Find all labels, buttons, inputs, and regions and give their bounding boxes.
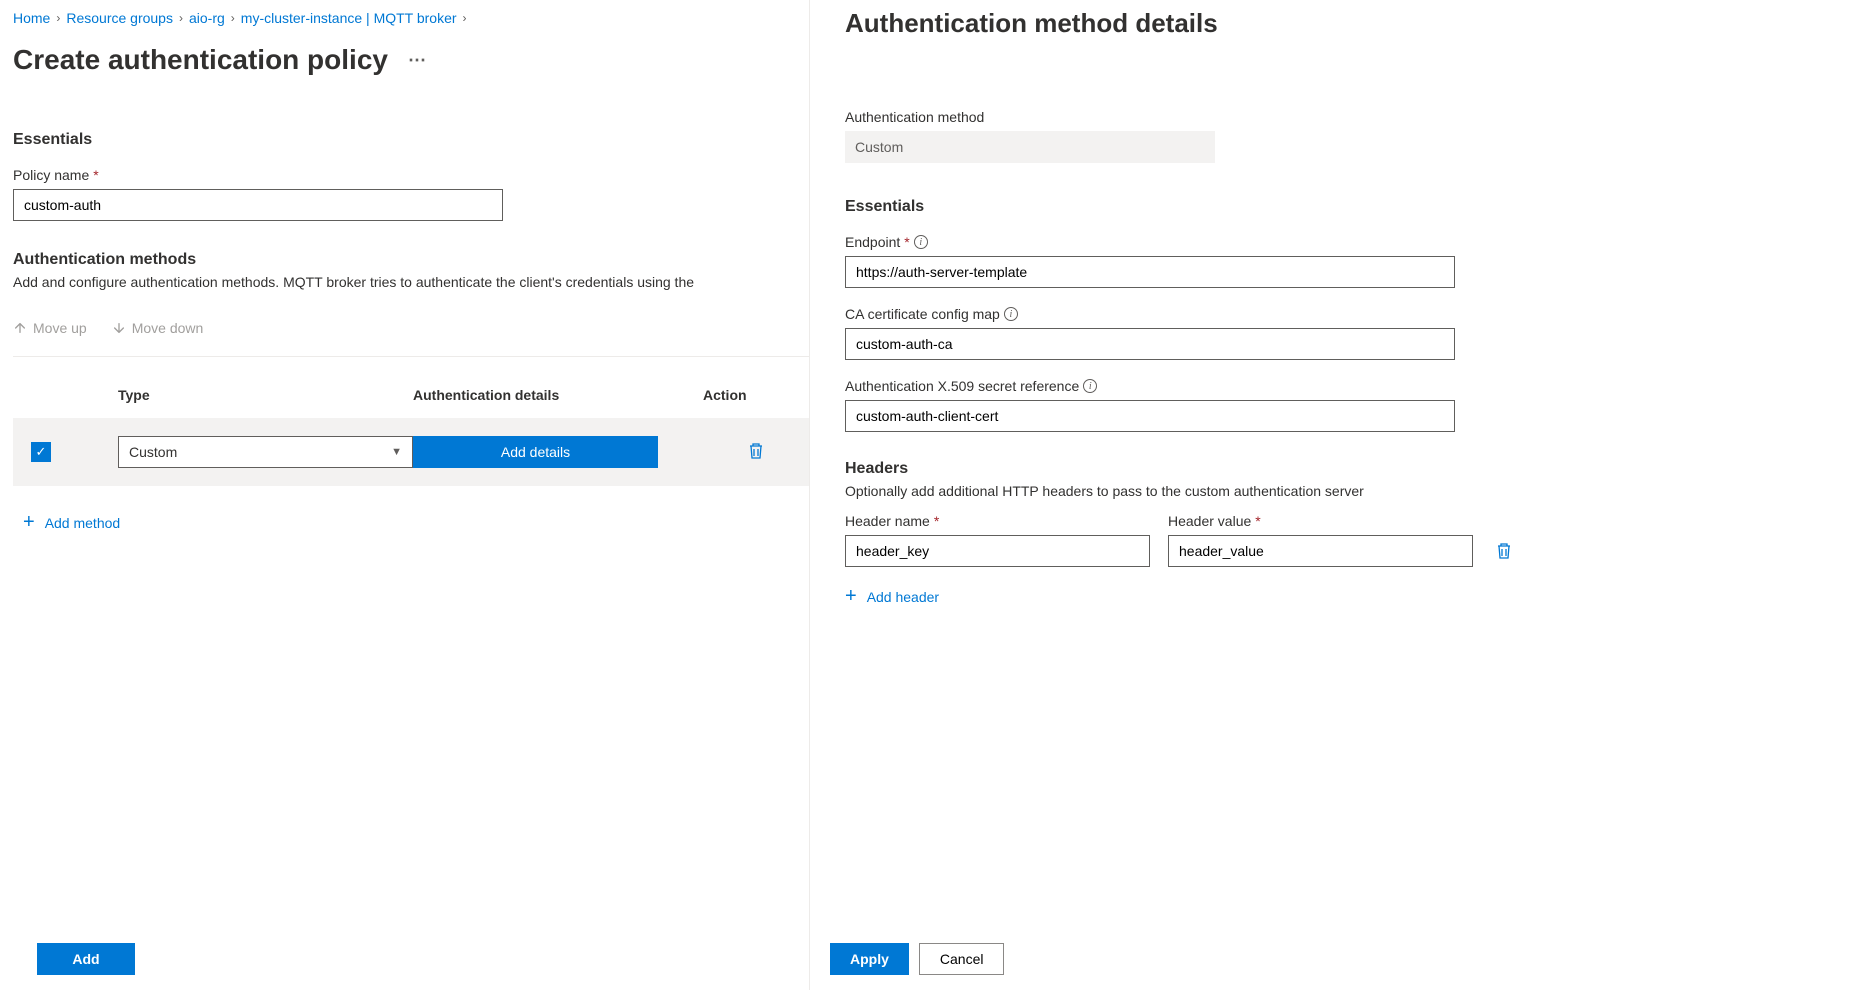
- chevron-down-icon: ▼: [391, 446, 402, 458]
- check-icon: ✓: [36, 444, 47, 460]
- chevron-right-icon: ›: [231, 11, 235, 25]
- required-indicator: *: [904, 234, 909, 250]
- delete-icon[interactable]: [748, 442, 764, 460]
- col-action-header: Action: [703, 387, 783, 403]
- type-select[interactable]: Custom ▼: [118, 436, 413, 468]
- apply-button[interactable]: Apply: [830, 943, 909, 975]
- arrow-up-icon: [13, 321, 27, 335]
- endpoint-label: Endpoint * i: [845, 234, 1819, 250]
- auth-method-details-panel: Authentication method details Authentica…: [810, 0, 1849, 990]
- header-name-input[interactable]: [845, 535, 1150, 567]
- type-select-value: Custom: [129, 444, 177, 460]
- arrow-down-icon: [112, 321, 126, 335]
- chevron-right-icon: ›: [179, 11, 183, 25]
- info-icon[interactable]: i: [1004, 307, 1018, 321]
- more-actions-icon[interactable]: ⋯: [408, 50, 428, 71]
- header-row: Header name * Header value *: [845, 503, 1819, 567]
- headers-description: Optionally add additional HTTP headers t…: [845, 483, 1819, 499]
- breadcrumb-home[interactable]: Home: [13, 10, 50, 26]
- header-value-label-text: Header value: [1168, 513, 1251, 529]
- add-header-button[interactable]: + Add header: [845, 585, 1819, 608]
- chevron-right-icon: ›: [56, 11, 60, 25]
- plus-icon: +: [23, 511, 35, 534]
- required-indicator: *: [1255, 513, 1260, 529]
- row-checkbox[interactable]: ✓: [31, 442, 51, 462]
- breadcrumb-rg[interactable]: aio-rg: [189, 10, 225, 26]
- essentials-heading: Essentials: [13, 131, 809, 149]
- col-type-header: Type: [83, 387, 413, 403]
- details-essentials-heading: Essentials: [845, 198, 1819, 216]
- footer-right: Apply Cancel: [830, 943, 1004, 975]
- create-policy-panel: Home › Resource groups › aio-rg › my-clu…: [0, 0, 810, 990]
- add-method-button[interactable]: + Add method: [23, 511, 809, 534]
- policy-name-input[interactable]: [13, 189, 503, 221]
- breadcrumb-cluster[interactable]: my-cluster-instance | MQTT broker: [241, 10, 457, 26]
- breadcrumb-resource-groups[interactable]: Resource groups: [66, 10, 173, 26]
- policy-name-label: Policy name *: [13, 167, 809, 183]
- cancel-button[interactable]: Cancel: [919, 943, 1005, 975]
- page-title: Create authentication policy ⋯: [13, 44, 809, 76]
- policy-name-label-text: Policy name: [13, 167, 89, 183]
- add-button[interactable]: Add: [37, 943, 135, 975]
- secret-input[interactable]: [845, 400, 1455, 432]
- auth-methods-heading: Authentication methods: [13, 251, 809, 269]
- details-panel-title: Authentication method details: [845, 8, 1819, 39]
- add-details-button[interactable]: Add details: [413, 436, 658, 468]
- headers-heading: Headers: [845, 460, 1819, 478]
- auth-methods-description: Add and configure authentication methods…: [13, 274, 809, 290]
- secret-label: Authentication X.509 secret reference i: [845, 378, 1819, 394]
- endpoint-label-text: Endpoint: [845, 234, 900, 250]
- add-header-label: Add header: [867, 589, 939, 605]
- table-row: ✓ Custom ▼ Add details: [13, 418, 809, 486]
- method-label: Authentication method: [845, 109, 1819, 125]
- header-name-label-text: Header name: [845, 513, 930, 529]
- move-up-label: Move up: [33, 320, 87, 336]
- ca-input[interactable]: [845, 328, 1455, 360]
- header-value-label: Header value *: [1168, 513, 1473, 529]
- plus-icon: +: [845, 585, 857, 608]
- methods-table-header: Type Authentication details Action: [13, 357, 809, 418]
- endpoint-input[interactable]: [845, 256, 1455, 288]
- header-value-input[interactable]: [1168, 535, 1473, 567]
- col-auth-header: Authentication details: [413, 387, 703, 403]
- footer-left: Add: [37, 943, 135, 975]
- header-name-label: Header name *: [845, 513, 1150, 529]
- add-method-label: Add method: [45, 515, 121, 531]
- info-icon[interactable]: i: [1083, 379, 1097, 393]
- ca-label-text: CA certificate config map: [845, 306, 1000, 322]
- move-up-button[interactable]: Move up: [13, 320, 87, 336]
- reorder-toolbar: Move up Move down: [13, 320, 809, 357]
- info-icon[interactable]: i: [914, 235, 928, 249]
- secret-label-text: Authentication X.509 secret reference: [845, 378, 1079, 394]
- required-indicator: *: [934, 513, 939, 529]
- chevron-right-icon: ›: [463, 11, 467, 25]
- move-down-button[interactable]: Move down: [112, 320, 204, 336]
- move-down-label: Move down: [132, 320, 204, 336]
- method-input: [845, 131, 1215, 163]
- required-indicator: *: [93, 167, 98, 183]
- ca-label: CA certificate config map i: [845, 306, 1819, 322]
- page-title-text: Create authentication policy: [13, 44, 388, 76]
- breadcrumb: Home › Resource groups › aio-rg › my-clu…: [13, 10, 809, 26]
- delete-header-icon[interactable]: [1496, 542, 1512, 560]
